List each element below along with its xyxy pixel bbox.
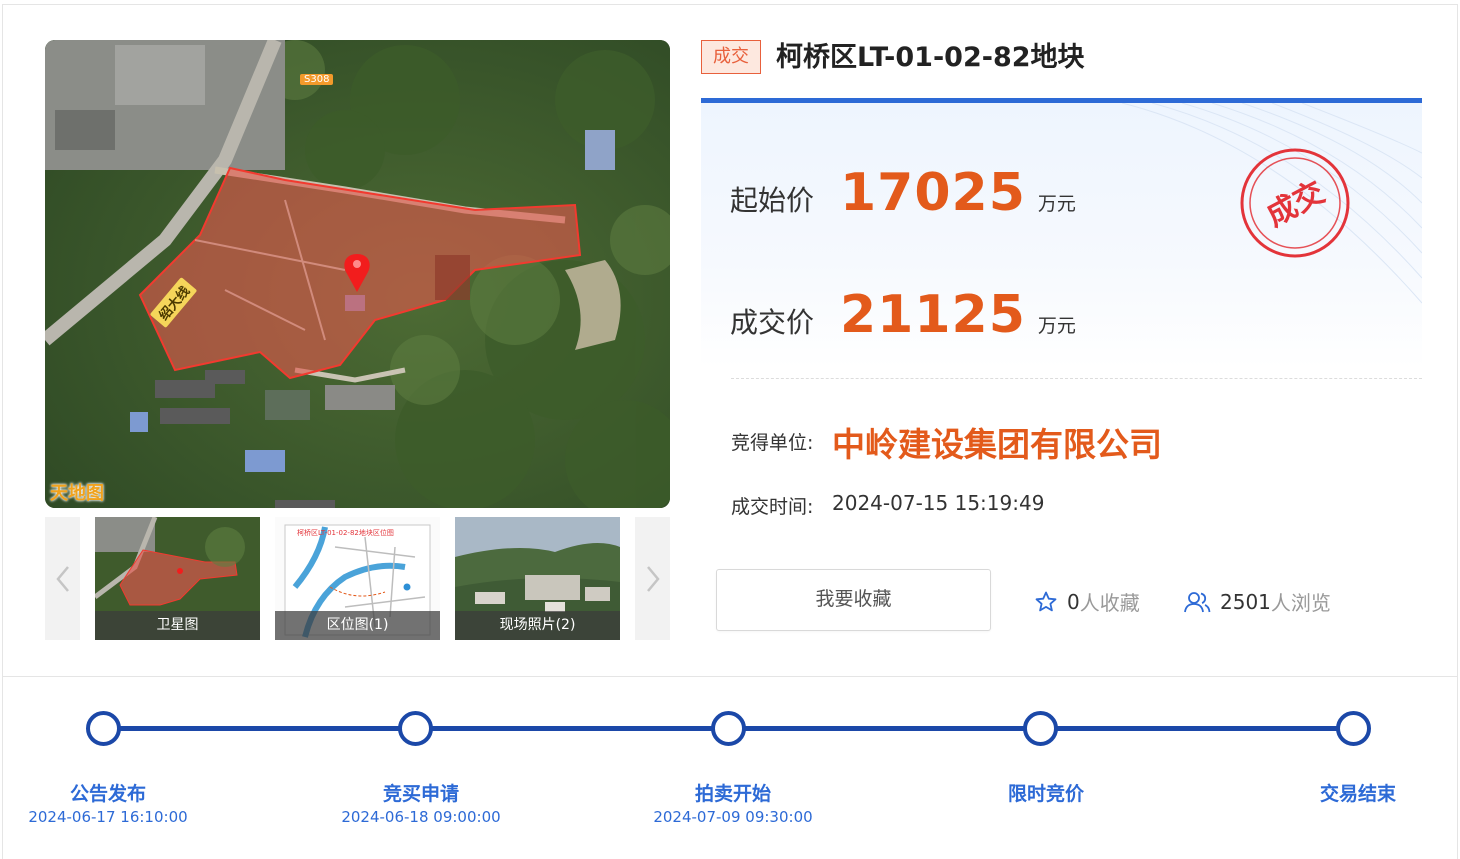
timeline-node [86,711,121,746]
winner-label: 竞得单位: [731,432,814,454]
timeline-step-date: 2024-06-17 16:10:00 [28,808,188,826]
timeline-step-label: 公告发布 [69,783,146,805]
star-icon [1035,591,1057,611]
price-panel: 起始价 17025 万元 成交价 21125 万元 成交 [701,98,1422,368]
timeline-step-label: 拍卖开始 [694,783,771,805]
deal-stamp-icon: 成交 [1240,148,1350,258]
timeline-step-date: 2024-06-18 09:00:00 [341,808,501,826]
panel-wave-decoration [1121,103,1422,304]
section-divider [2,676,1458,677]
timeline-node [711,711,746,746]
favorites-suffix: 人收藏 [1079,591,1140,615]
road-code-label: S308 [300,74,334,85]
deal-time-value: 2024-07-15 15:19:49 [832,491,1045,515]
views-suffix: 人浏览 [1270,591,1331,615]
section-divider [731,378,1422,379]
stamp-text: 成交 [1261,175,1330,234]
timeline-node [1023,711,1058,746]
deal-price-row: 成交价 21125 万元 [730,285,1076,345]
thumbnail-caption: 现场照片(2) [455,611,620,640]
start-price-unit: 万元 [1037,193,1076,215]
thumbnail-location-map[interactable]: 柯桥区LT-01-02-82地块区位图 区位图(1) [275,517,440,640]
chevron-left-icon [55,565,69,592]
winner-name: 中岭建设集团有限公司 [832,425,1162,464]
views-stat: 2501 人浏览 [1183,587,1331,616]
users-icon [1184,591,1211,612]
main-satellite-image[interactable]: S308 绍大线 天地图 [45,40,670,508]
views-count: 2501 [1220,589,1271,614]
start-price-row: 起始价 17025 万元 [730,163,1076,223]
deal-price-value: 21125 [840,285,1026,345]
timeline-node [398,711,433,746]
deal-price-unit: 万元 [1037,315,1076,337]
start-price-value: 17025 [840,163,1026,223]
timeline-step-label: 竞买申请 [382,783,459,805]
timeline-step-label: 限时竞价 [1007,783,1084,805]
page-title: 柯桥区LT-01-02-82地块 [776,42,1085,73]
thumbnail-caption: 区位图(1) [275,611,440,640]
favorite-button[interactable]: 我要收藏 [716,569,991,631]
location-map-title: 柯桥区LT-01-02-82地块区位图 [297,529,394,537]
map-watermark-logo: 天地图 [50,483,104,504]
gallery-prev-button[interactable] [45,517,80,640]
thumbnail-site-photo[interactable]: 现场照片(2) [455,517,620,640]
deal-price-label: 成交价 [730,306,815,339]
chevron-right-icon [646,565,660,592]
gallery-next-button[interactable] [635,517,670,640]
thumbnail-caption: 卫星图 [95,611,260,640]
status-badge: 成交 [701,40,761,74]
favorites-stat: 0 人收藏 [1034,587,1140,616]
deal-time-label: 成交时间: [731,496,814,518]
timeline-node [1336,711,1371,746]
thumbnail-satellite[interactable]: 卫星图 [95,517,260,640]
favorites-count: 0 [1067,589,1080,614]
start-price-label: 起始价 [730,184,815,217]
timeline-step-date: 2024-07-09 09:30:00 [653,808,813,826]
timeline-step-label: 交易结束 [1319,783,1396,805]
